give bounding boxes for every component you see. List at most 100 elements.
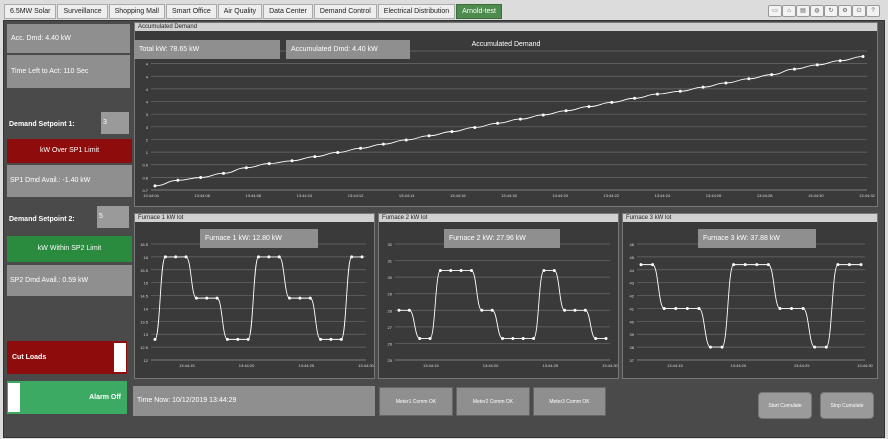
y-tick-label: 14.5 [140, 294, 149, 299]
data-point [319, 337, 323, 341]
data-point [225, 337, 229, 341]
y-tick-label: 31 [388, 259, 393, 264]
data-point [610, 100, 614, 104]
stop-cumulate-button[interactable]: Stop Cumulate [820, 392, 874, 419]
data-point [564, 109, 568, 113]
y-tick-label: 29 [388, 292, 393, 297]
data-point [662, 306, 666, 310]
data-point [521, 336, 525, 340]
y-tick-label: 28 [388, 308, 393, 313]
data-point [604, 336, 608, 340]
data-point [360, 255, 364, 259]
data-point [755, 263, 759, 267]
x-tick-label: 13:44:20 [239, 363, 255, 368]
meter3-status: Meter3 Comm OK [533, 387, 606, 416]
x-tick-label: 13:44:20 [483, 363, 499, 368]
x-tick-label: 13:44:15 [423, 363, 439, 368]
x-tick-label: 13:44:22 [603, 193, 619, 198]
data-point [708, 345, 712, 349]
x-tick-label: 13:44:25 [794, 363, 810, 368]
meter1-status: Meter1 Comm OK [379, 387, 453, 416]
globe-icon[interactable]: ◍ [810, 5, 824, 17]
data-point [205, 296, 209, 300]
data-point [701, 85, 705, 89]
furnace1-tooltip: Furnace 1 kW: 12.80 kW [200, 229, 318, 248]
data-point [633, 96, 637, 100]
tab-arnold-test[interactable]: Arnold-test [456, 4, 502, 19]
y-tick-label: 15 [144, 281, 149, 286]
alarm-off-button[interactable]: Alarm Off [7, 381, 127, 414]
x-tick-label: 13:44:32 [859, 193, 875, 198]
cut-loads-toggle[interactable] [114, 343, 126, 372]
data-point [246, 337, 250, 341]
tab-smart-office[interactable]: Smart Office [165, 4, 217, 19]
data-point [655, 92, 659, 96]
alarm-toggle[interactable] [8, 383, 20, 412]
y-tick-label: 3 [146, 125, 149, 130]
tab-air-quality[interactable]: Air Quality [217, 4, 263, 19]
y-tick-label: 4 [146, 62, 149, 67]
y-tick-label: 4 [146, 100, 149, 105]
data-point [541, 113, 545, 117]
accum-dmd-tooltip: Accumulated Dmd: 4.40 kW [286, 40, 410, 59]
gear-icon[interactable]: ⚙ [838, 5, 852, 17]
x-tick-label: 13:44:30 [602, 363, 618, 368]
data-point [747, 77, 751, 81]
help-icon[interactable]: ? [866, 5, 880, 17]
data-point [639, 263, 643, 267]
y-tick-label: 13.5 [140, 319, 149, 324]
data-point [257, 255, 260, 259]
data-point [697, 306, 701, 310]
data-point [583, 308, 587, 312]
tab-6-5mw-solar[interactable]: 6.5MW Solar [4, 4, 57, 19]
y-tick-label: 37 [630, 358, 635, 363]
tab-demand-control[interactable]: Demand Control [313, 4, 377, 19]
data-point [153, 184, 157, 188]
data-point [404, 138, 408, 142]
y-tick-label: 1 [146, 150, 149, 155]
data-point [674, 306, 678, 310]
refresh-icon[interactable]: ↻ [824, 5, 838, 17]
data-point [473, 125, 477, 129]
tab-shopping-mall[interactable]: Shopping Mall [108, 4, 165, 19]
data-point [199, 175, 203, 179]
data-point [174, 255, 178, 259]
data-point [651, 263, 655, 267]
data-point [153, 337, 157, 341]
y-tick-label: 43 [630, 281, 635, 286]
data-point [542, 269, 546, 273]
tree-icon[interactable]: ⌂ [782, 5, 796, 17]
data-point [450, 130, 454, 134]
power-icon[interactable]: ⏻ [852, 5, 866, 17]
data-point [469, 269, 473, 273]
data-point [792, 67, 796, 71]
y-tick-label: 32 [388, 242, 393, 247]
tab-electrical-distribution[interactable]: Electrical Distribution [377, 4, 456, 19]
setpoint2-input[interactable]: 5 [97, 206, 129, 228]
cut-loads-button[interactable]: Cut Loads [7, 341, 127, 374]
x-tick-label: 13:44:15 [179, 363, 195, 368]
y-tick-label: 14 [144, 306, 149, 311]
window-icon[interactable]: ▭ [768, 5, 782, 17]
data-point [163, 255, 167, 259]
data-point [563, 308, 567, 312]
y-tick-label: 15.5 [140, 268, 149, 273]
setpoint1-input[interactable]: 3 [101, 112, 129, 134]
data-point [573, 308, 577, 312]
tab-surveillance[interactable]: Surveillance [57, 4, 108, 19]
report-icon[interactable]: ▤ [796, 5, 810, 17]
setpoint1-label: Demand Setpoint 1: [9, 121, 75, 128]
data-point [838, 59, 842, 63]
data-point [552, 269, 556, 273]
tab-data-center[interactable]: Data Center [263, 4, 313, 19]
x-tick-label: 13:44:04 [143, 193, 159, 198]
chart-panel-title: Furnace 2 kW lot [379, 214, 618, 222]
data-point [801, 306, 805, 310]
start-cumulate-button[interactable]: Start Cumulate [758, 392, 812, 419]
data-point [685, 306, 689, 310]
sp1-status-indicator: kW Over SP1 Limit [7, 139, 132, 163]
cut-loads-label: Cut Loads [12, 354, 47, 361]
y-tick-label: 27 [388, 325, 393, 330]
tab-bar: 6.5MW Solar Surveillance Shopping Mall Smar… [4, 4, 503, 19]
data-point [194, 296, 198, 300]
